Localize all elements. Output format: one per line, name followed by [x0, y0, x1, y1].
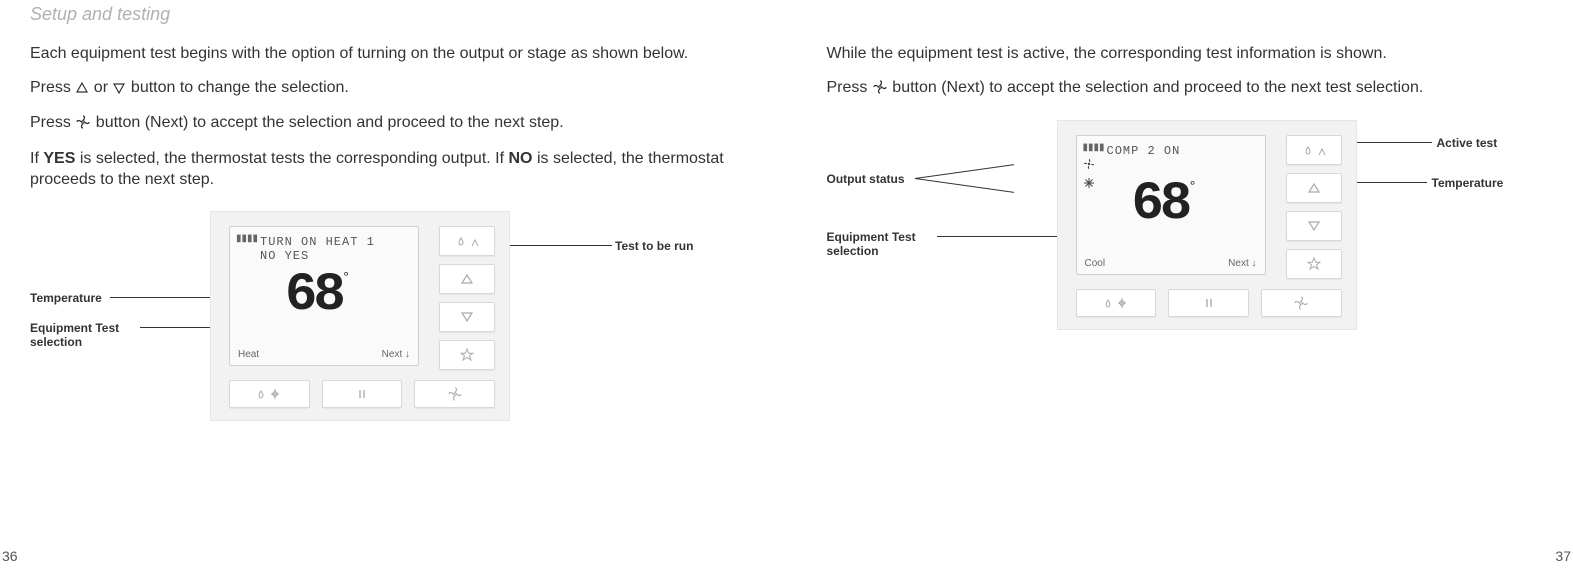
paragraph-next-right: Press button (Next) to accept the select… — [827, 77, 1544, 101]
signal-icon: ▮▮▮▮ — [1083, 142, 1105, 153]
device-diagram-right: Output status Equipment Test selection A… — [827, 120, 1544, 380]
page-number-left: 36 — [2, 548, 18, 564]
fan-status-icon — [1083, 158, 1095, 173]
right-column: While the equipment test is active, the … — [827, 43, 1544, 471]
status-icon-stack — [1083, 158, 1095, 196]
text-fragment: If — [30, 150, 43, 167]
heat-cool-button[interactable] — [229, 380, 310, 408]
callout-temperature: Temperature — [1432, 176, 1504, 190]
paragraph-change-selection: Press or button to change the selection. — [30, 77, 747, 101]
callout-output-status: Output status — [827, 172, 905, 186]
text-fragment: Press — [30, 79, 75, 96]
pause-button[interactable] — [322, 380, 403, 408]
screen-mode-label: Heat — [238, 349, 259, 360]
page-number-right: 37 — [1555, 548, 1571, 564]
fan-icon — [76, 114, 90, 136]
device-diagram-left: Temperature Equipment Test selection Tes… — [30, 211, 747, 471]
text-yes: YES — [43, 150, 75, 167]
temperature-value: 68 — [1132, 174, 1189, 235]
paragraph-yes-no: If YES is selected, the thermostat tests… — [30, 148, 747, 191]
callout-test-to-be-run: Test to be run — [615, 239, 693, 253]
left-column: Each equipment test begins with the opti… — [30, 43, 747, 471]
callout-line — [914, 164, 1013, 179]
thermostat-device: ▮▮▮▮ TURN ON HEAT 1 NO YES 68° Heat Next… — [210, 211, 510, 421]
up-button[interactable] — [1286, 173, 1342, 203]
callout-active-test: Active test — [1437, 136, 1498, 150]
callout-temperature: Temperature — [30, 291, 102, 305]
flame-light-button[interactable] — [1286, 135, 1342, 165]
callout-equipment-test-selection: Equipment Test selection — [827, 230, 937, 258]
thermostat-screen: ▮▮▮▮ TURN ON HEAT 1 NO YES 68° Heat Next… — [229, 226, 419, 366]
fan-button[interactable] — [1261, 289, 1342, 317]
screen-line2: NO YES — [260, 249, 309, 263]
snowflake-status-icon — [1083, 177, 1095, 192]
up-button[interactable] — [439, 264, 495, 294]
text-fragment: is selected, the thermostat tests the co… — [80, 150, 509, 167]
thermostat-screen: ▮▮▮▮ COMP 2 ON 68° Cool Next ↓ — [1076, 135, 1266, 275]
screen-message: COMP 2 ON — [1107, 144, 1181, 158]
triangle-up-icon — [76, 79, 88, 101]
thermostat-device: ▮▮▮▮ COMP 2 ON 68° Cool Next ↓ — [1057, 120, 1357, 330]
triangle-down-icon — [113, 79, 125, 101]
fan-icon — [873, 79, 887, 101]
text-fragment: button (Next) to accept the selection an… — [892, 79, 1423, 96]
screen-next-label: Next ↓ — [382, 349, 410, 360]
down-button[interactable] — [439, 302, 495, 332]
callout-line — [914, 178, 1013, 193]
signal-icon: ▮▮▮▮ — [236, 233, 258, 244]
text-fragment: button (Next) to accept the selection an… — [96, 114, 564, 131]
screen-line1: TURN ON HEAT 1 — [260, 235, 375, 249]
screen-next-label: Next ↓ — [1228, 258, 1256, 269]
fan-button[interactable] — [414, 380, 495, 408]
callout-equipment-test-selection: Equipment Test selection — [30, 321, 140, 349]
screen-message: TURN ON HEAT 1 NO YES — [260, 235, 375, 264]
screen-mode-label: Cool — [1085, 258, 1106, 269]
star-button[interactable] — [1286, 249, 1342, 279]
text-no: NO — [509, 150, 533, 167]
pause-button[interactable] — [1168, 289, 1249, 317]
screen-temperature: 68° — [285, 265, 350, 326]
screen-temperature: 68° — [1132, 174, 1197, 235]
temperature-value: 68 — [285, 265, 342, 326]
text-fragment: Press — [827, 79, 872, 96]
paragraph-intro: Each equipment test begins with the opti… — [30, 43, 747, 65]
paragraph-active-info: While the equipment test is active, the … — [827, 43, 1544, 65]
text-fragment: or — [94, 79, 113, 96]
section-title: Setup and testing — [30, 4, 1543, 25]
heat-cool-button[interactable] — [1076, 289, 1157, 317]
flame-light-button[interactable] — [439, 226, 495, 256]
down-button[interactable] — [1286, 211, 1342, 241]
paragraph-next: Press button (Next) to accept the select… — [30, 112, 747, 136]
text-fragment: button to change the selection. — [131, 79, 349, 96]
star-button[interactable] — [439, 340, 495, 370]
text-fragment: Press — [30, 114, 75, 131]
